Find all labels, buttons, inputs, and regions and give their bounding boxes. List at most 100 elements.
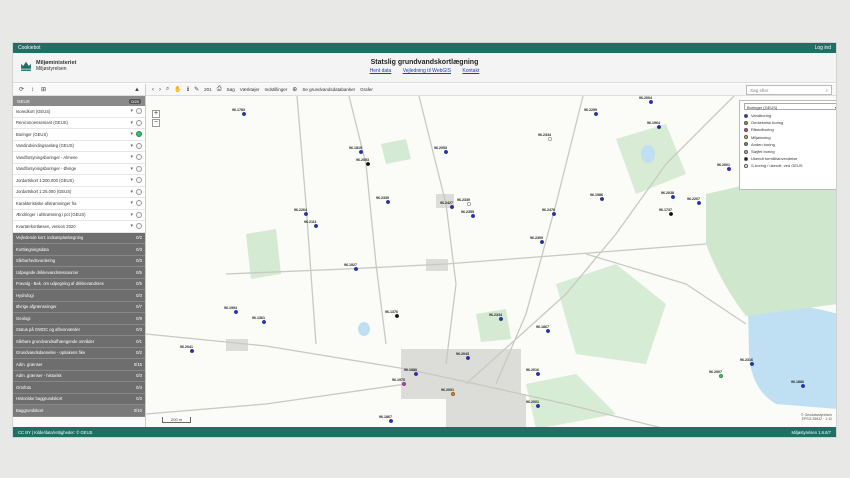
- layer-group-row[interactable]: Grundvandsdannelse - optiakens fike 0/2: [13, 347, 145, 359]
- borehole-marker[interactable]: [365, 161, 370, 166]
- borehole-marker[interactable]: [385, 199, 390, 204]
- borehole-marker[interactable]: [649, 100, 654, 105]
- borehole-marker[interactable]: [552, 211, 557, 216]
- layer-toggle[interactable]: [136, 131, 142, 138]
- borehole-marker[interactable]: [499, 316, 504, 321]
- layer-row[interactable]: Kvartærkortlæsen, version 2020 ▾: [13, 221, 145, 233]
- layer-group-row[interactable]: Kortlægningsdata 0/3: [13, 244, 145, 256]
- layer-row[interactable]: Jordartskort 1:25.000 (GEUS) ▾: [13, 186, 145, 198]
- chevron-down-icon[interactable]: ▾: [130, 189, 133, 195]
- borehole-marker[interactable]: [358, 149, 363, 154]
- borehole-marker[interactable]: [414, 372, 419, 377]
- search-icon[interactable]: ⌕: [825, 88, 828, 93]
- zoom-in-button[interactable]: +: [152, 110, 160, 118]
- chevron-down-icon[interactable]: ▾: [130, 120, 133, 126]
- layer-group-row[interactable]: Sårbare grundvandsafhængende områder 0/1: [13, 336, 145, 348]
- cookie-link[interactable]: Cookiebot: [18, 45, 41, 51]
- borehole-marker[interactable]: [303, 211, 308, 216]
- chevron-down-icon[interactable]: ▾: [130, 154, 133, 160]
- expand-icon[interactable]: ⊞: [41, 86, 46, 93]
- link-grundvandsdata[interactable]: Se grundvandsdatabanker: [302, 87, 355, 92]
- menu-sog[interactable]: Søg: [227, 87, 235, 92]
- layer-toggle[interactable]: [136, 223, 142, 230]
- layer-toggle[interactable]: [136, 119, 142, 126]
- forward-icon[interactable]: ›: [159, 87, 161, 93]
- zoom-out-button[interactable]: −: [152, 119, 160, 127]
- borehole-marker[interactable]: [450, 204, 455, 209]
- layer-group-row[interactable]: Hydrologi 0/3: [13, 290, 145, 302]
- borehole-marker[interactable]: [727, 166, 732, 171]
- borehole-marker[interactable]: [750, 362, 755, 367]
- borehole-marker[interactable]: [444, 149, 449, 154]
- borehole-marker[interactable]: [600, 196, 605, 201]
- map-search-input[interactable]: Søg efter ⌕: [746, 85, 832, 95]
- borehole-marker[interactable]: [546, 328, 551, 333]
- layer-toggle[interactable]: [136, 177, 142, 184]
- layer-group-row[interactable]: Adm. grænser - historisk 0/3: [13, 370, 145, 382]
- legend-layer-select[interactable]: Boringer (GEUS) ▾: [744, 103, 836, 110]
- layer-group-row[interactable]: Geologi 0/9: [13, 313, 145, 325]
- layer-row[interactable]: Vandforsyningsboringer - Øvrige ▾: [13, 163, 145, 175]
- layer-toggle[interactable]: [136, 142, 142, 149]
- borehole-marker[interactable]: [394, 313, 399, 318]
- layer-row[interactable]: Ændringer i afstrømning i pct (GEUS) ▾: [13, 209, 145, 221]
- zoom-icon[interactable]: ⌕: [166, 86, 169, 93]
- login-link[interactable]: Log ind: [815, 45, 831, 51]
- layer-group-geus[interactable]: GEUS 0/20: [13, 96, 145, 106]
- layer-toggle[interactable]: [136, 188, 142, 195]
- layer-row[interactable]: Vandindvindingsanlæg (GEUS) ▾: [13, 140, 145, 152]
- refresh-icon[interactable]: ⟳: [19, 86, 24, 93]
- layer-row[interactable]: Boringer (GEUS) ▾: [13, 129, 145, 141]
- borehole-marker[interactable]: [671, 194, 676, 199]
- layer-row[interactable]: Reniconoensemant (GEUS) ▾: [13, 117, 145, 129]
- chevron-down-icon[interactable]: ▾: [130, 223, 133, 229]
- chevron-down-icon[interactable]: ▾: [130, 166, 133, 172]
- sort-icon[interactable]: ↕: [31, 87, 34, 93]
- borehole-marker[interactable]: [190, 349, 195, 354]
- map-view[interactable]: ‹ › ⌕ ✋ ℹ ✎ 201 ⎙ Søg Værktøjer Indstill…: [146, 84, 836, 429]
- borehole-marker[interactable]: [471, 213, 476, 218]
- layer-group-row[interactable]: Adm. grænser 0/15: [13, 359, 145, 371]
- chevron-down-icon[interactable]: ▾: [130, 200, 133, 206]
- layer-group-row[interactable]: Baggrundskort 0/10: [13, 405, 145, 417]
- borehole-marker[interactable]: [466, 356, 471, 361]
- borehole-marker[interactable]: [719, 374, 724, 379]
- borehole-marker[interactable]: [536, 404, 541, 409]
- layer-row[interactable]: Isoredkort (GEUS) ▾: [13, 106, 145, 118]
- layer-toggle[interactable]: [136, 108, 142, 115]
- chevron-down-icon[interactable]: ▾: [130, 143, 133, 149]
- layer-group-row[interactable]: Udpegede drikkevandsressourcer 0/5: [13, 267, 145, 279]
- borehole-marker[interactable]: [451, 392, 456, 397]
- borehole-marker[interactable]: [801, 384, 806, 389]
- layer-group-row[interactable]: Historiske baggrundskort 0/3: [13, 393, 145, 405]
- layer-toggle[interactable]: [136, 154, 142, 161]
- borehole-marker[interactable]: [313, 223, 318, 228]
- layer-group-row[interactable]: Ortofoto 0/4: [13, 382, 145, 394]
- borehole-marker[interactable]: [548, 137, 553, 142]
- identify-icon[interactable]: ℹ: [187, 86, 189, 93]
- borehole-marker[interactable]: [669, 211, 674, 216]
- measure-icon[interactable]: ✎: [194, 86, 199, 93]
- chevron-down-icon[interactable]: ▾: [130, 108, 133, 114]
- print-icon[interactable]: ⎙: [217, 86, 222, 93]
- borehole-marker[interactable]: [697, 200, 702, 205]
- link-grafer[interactable]: Grafer: [360, 87, 373, 92]
- borehole-marker[interactable]: [388, 419, 393, 424]
- borehole-marker[interactable]: [261, 319, 266, 324]
- pan-icon[interactable]: ✋: [174, 86, 181, 93]
- layer-toggle[interactable]: [136, 165, 142, 172]
- borehole-marker[interactable]: [540, 239, 545, 244]
- menu-vaerktojer[interactable]: Værktøjer: [240, 87, 260, 92]
- back-icon[interactable]: ‹: [152, 87, 154, 93]
- layer-group-row[interactable]: Fravalg - Bek. om udpegning af drikkevan…: [13, 278, 145, 290]
- borehole-marker[interactable]: [233, 309, 238, 314]
- map-canvas[interactable]: 96.1783 96.1815 96.2053 96.2053 96.2339 96.22…: [146, 84, 836, 429]
- layer-group-row[interactable]: Sårbarhedsvurdering 0/3: [13, 255, 145, 267]
- link-kontakt[interactable]: Kontakt: [462, 68, 479, 74]
- layer-group-row[interactable]: Status på GWDC og afhvorværder 0/3: [13, 324, 145, 336]
- layer-toggle[interactable]: [136, 211, 142, 218]
- collapse-icon[interactable]: ▲: [134, 87, 140, 93]
- borehole-marker[interactable]: [467, 201, 472, 206]
- layer-toggle[interactable]: [136, 200, 142, 207]
- chevron-down-icon[interactable]: ▾: [130, 212, 133, 218]
